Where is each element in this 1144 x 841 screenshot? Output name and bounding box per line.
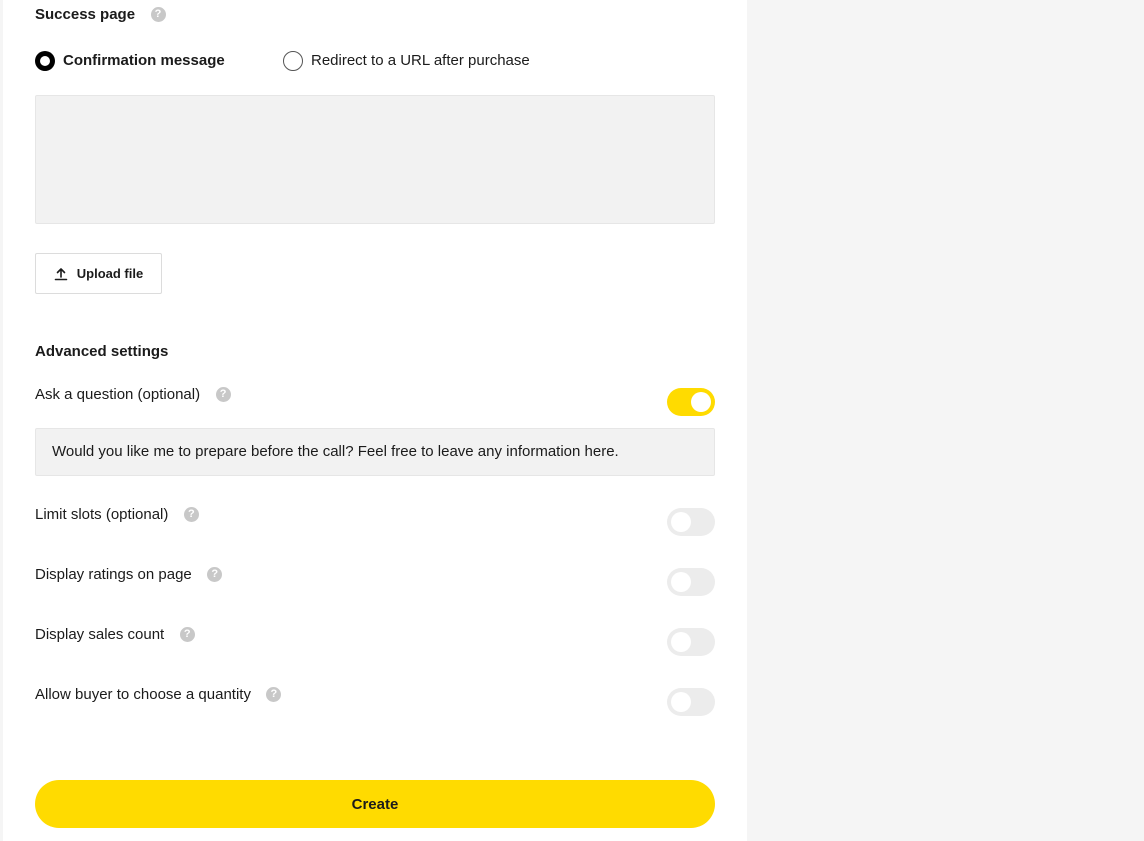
success-page-heading: Success page ? [35,6,166,24]
confirmation-message-radio[interactable] [35,51,55,71]
upload-file-label: Upload file [76,266,144,281]
right-pane [747,0,1144,841]
ask-question-toggle[interactable] [667,388,715,416]
question-input[interactable]: Would you like me to prepare before the … [35,428,715,476]
toggle-knob [671,632,691,652]
allow-quantity-toggle[interactable] [667,688,715,716]
limit-slots-row: Limit slots (optional) ? [35,506,199,524]
display-sales-count-toggle[interactable] [667,628,715,656]
toggle-knob [671,572,691,592]
question-circle-icon[interactable]: ? [179,627,195,643]
display-sales-count-label: Display sales count [35,626,165,643]
display-ratings-toggle[interactable] [667,568,715,596]
ask-question-label: Ask a question (optional) [35,386,201,403]
ask-question-row: Ask a question (optional) ? [35,386,231,404]
limit-slots-toggle[interactable] [667,508,715,536]
question-circle-icon[interactable]: ? [183,507,199,523]
display-ratings-row: Display ratings on page ? [35,566,223,584]
limit-slots-label: Limit slots (optional) [35,506,169,523]
question-circle-icon[interactable]: ? [266,687,282,703]
create-button[interactable]: Create [35,780,715,828]
upload-file-button[interactable]: Upload file [35,253,162,294]
success-page-title: Success page [35,6,136,23]
question-circle-icon[interactable]: ? [150,7,166,23]
redirect-url-label[interactable]: Redirect to a URL after purchase [311,52,530,69]
display-ratings-label: Display ratings on page [35,566,192,583]
question-circle-icon[interactable]: ? [207,567,223,583]
upload-icon [54,267,68,280]
confirmation-message-label[interactable]: Confirmation message [63,52,225,69]
toggle-knob [671,512,691,532]
display-sales-count-row: Display sales count ? [35,626,195,644]
allow-quantity-label: Allow buyer to choose a quantity [35,686,251,703]
advanced-settings-title: Advanced settings [35,343,169,360]
toggle-knob [691,392,711,412]
form-panel: Success page ? Confirmation message Redi… [3,0,747,841]
redirect-url-radio[interactable] [283,51,303,71]
confirmation-message-textarea[interactable] [35,95,715,224]
question-circle-icon[interactable]: ? [215,387,231,403]
toggle-knob [671,692,691,712]
allow-quantity-row: Allow buyer to choose a quantity ? [35,686,282,704]
